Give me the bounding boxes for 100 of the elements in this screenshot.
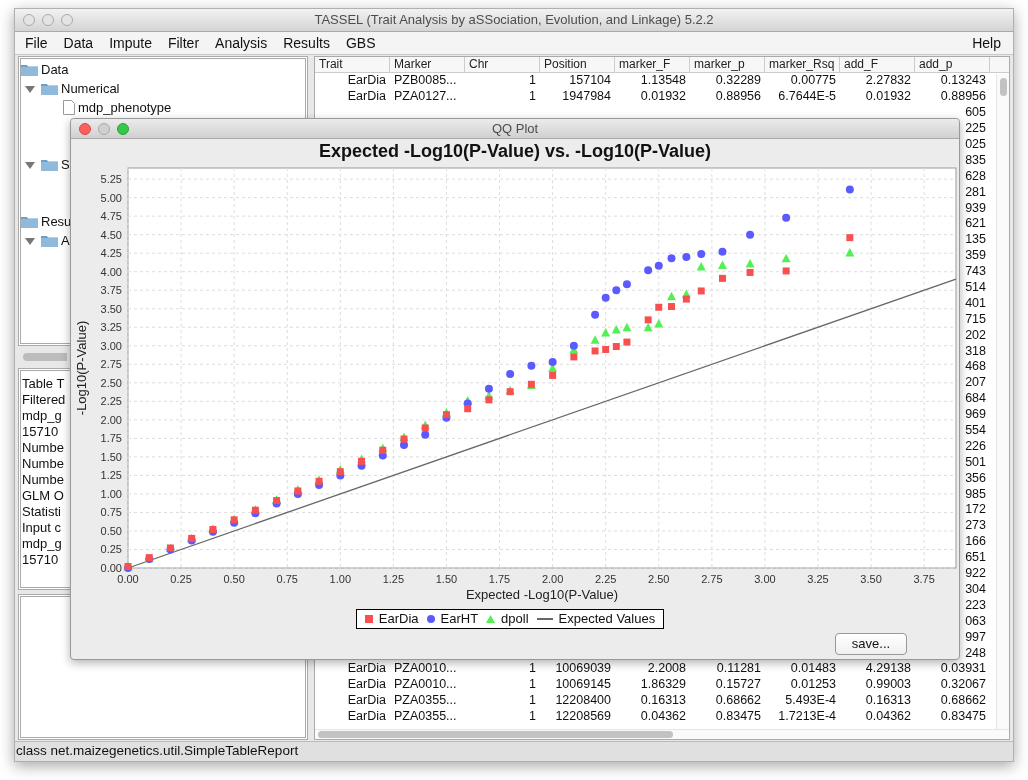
axis-title: -Log10(P-Value) bbox=[74, 320, 89, 416]
table-cell: 468 bbox=[965, 359, 986, 375]
table-cell-text: 12208569 bbox=[554, 709, 612, 725]
table-cell: 554 bbox=[965, 423, 986, 439]
tick-label: 2.50 bbox=[648, 573, 670, 585]
table-cell-text: 0.13243 bbox=[939, 73, 987, 89]
tick-label: 2.00 bbox=[541, 573, 564, 585]
table-cell-text: 0.03931 bbox=[939, 661, 987, 677]
table-cell-text: 0.01932 bbox=[864, 89, 912, 105]
table-cell: 501 bbox=[965, 454, 986, 470]
table-cell-text: 0.68662 bbox=[939, 693, 987, 709]
table-cell-text: 0.16313 bbox=[864, 693, 912, 709]
table-cell-text: 0.68662 bbox=[714, 693, 762, 709]
table-cell: 514 bbox=[965, 280, 986, 295]
table-cell-text: 0.01253 bbox=[789, 677, 837, 693]
table-cell: 939 bbox=[965, 200, 986, 216]
table-cell: 997 bbox=[965, 629, 986, 645]
table-cell: 743 bbox=[965, 264, 986, 280]
tick-label: 1.25 bbox=[100, 469, 122, 482]
table-cell-text: 0.01932 bbox=[639, 89, 687, 105]
table-cell: 225 bbox=[965, 121, 986, 137]
report-line: Numbe bbox=[22, 472, 64, 488]
table-cell-text: 1947984 bbox=[561, 89, 612, 105]
tick-label: 1.75 bbox=[488, 573, 511, 585]
tick-label: 0.50 bbox=[100, 524, 122, 537]
tick-label: 4.00 bbox=[100, 265, 122, 278]
tick-label: 5.25 bbox=[100, 173, 122, 186]
table-cell-text: 0.00775 bbox=[789, 73, 837, 89]
table-cell-text: 1 bbox=[528, 73, 537, 89]
table-cell-text: PZA0355... bbox=[393, 709, 458, 725]
tick-label: 4.50 bbox=[100, 228, 122, 241]
tick-label: 1.25 bbox=[382, 573, 405, 585]
table-cell-text: 1 bbox=[528, 709, 537, 725]
report-line: Numbe bbox=[22, 456, 64, 472]
tick-label: 3.50 bbox=[100, 302, 122, 315]
table-cell-text: 0.32067 bbox=[939, 677, 987, 693]
table-cell: 207 bbox=[965, 375, 986, 391]
table-cell: 318 bbox=[965, 343, 986, 359]
table-cell: 684 bbox=[965, 391, 986, 407]
table-cell: 401 bbox=[965, 295, 986, 311]
table-cell: 273 bbox=[965, 518, 986, 534]
table-cell: 135 bbox=[965, 232, 986, 248]
tick-label: 2.75 bbox=[701, 573, 723, 585]
table-cell-text: 0.32289 bbox=[714, 73, 762, 89]
table-cell-text: 0.83475 bbox=[714, 709, 762, 725]
table-cell-text: 0.88956 bbox=[939, 89, 987, 105]
table-cell-text: EarDia bbox=[346, 661, 387, 677]
table-cell-text: PZA0010... bbox=[393, 661, 458, 677]
tick-label: 3.00 bbox=[754, 573, 776, 585]
table-cell: 166 bbox=[965, 534, 986, 550]
tick-label: 1.50 bbox=[435, 573, 458, 585]
status-text: class net.maizegenetics.util.SimpleTableReport bbox=[15, 742, 299, 761]
report-line: GLM O bbox=[22, 488, 64, 504]
table-cell: 969 bbox=[965, 407, 986, 423]
table-cell-text: 1.13548 bbox=[639, 73, 687, 89]
table-cell: 281 bbox=[965, 184, 986, 200]
tick-label: 3.00 bbox=[100, 339, 122, 352]
tick-label: 1.00 bbox=[329, 573, 351, 585]
tick-label: 2.50 bbox=[100, 376, 122, 389]
tick-label: 0.50 bbox=[223, 573, 245, 585]
table-cell-text: 0.04362 bbox=[639, 709, 687, 725]
table-cell-text: EarDia bbox=[346, 693, 387, 709]
window-title: TASSEL (Trait Analysis by aSSociation, Evolution, and Linkage) 5.2.2 bbox=[313, 11, 715, 30]
table-cell-text: 0.16313 bbox=[639, 693, 687, 709]
table-cell: 172 bbox=[965, 502, 986, 518]
table-cell: 356 bbox=[965, 470, 986, 486]
tick-label: 3.25 bbox=[807, 573, 829, 585]
table-cell-text: 1 bbox=[528, 693, 537, 709]
table-cell: 621 bbox=[965, 216, 986, 232]
table-cell-text: EarDia bbox=[346, 89, 387, 105]
table-cell-text: 1 bbox=[528, 677, 537, 693]
table-cell-text: 6.7644E-5 bbox=[777, 89, 837, 105]
report-line: 15710 bbox=[22, 552, 59, 568]
tick-label: 2.25 bbox=[100, 395, 122, 408]
table-cell-text: EarDia bbox=[346, 709, 387, 725]
table-cell-text: 12208400 bbox=[554, 693, 612, 709]
table-cell-text: 4.29138 bbox=[864, 661, 912, 677]
table-cell-text: 0.99003 bbox=[864, 677, 912, 693]
tick-label: 2.75 bbox=[100, 358, 122, 371]
table-cell-text: 0.15727 bbox=[714, 677, 762, 693]
report-line: mdp_g bbox=[22, 536, 62, 552]
table-cell-text: 0.11281 bbox=[715, 661, 762, 677]
legend-label: Expected Values bbox=[558, 610, 656, 629]
tick-label: 0.25 bbox=[100, 543, 122, 556]
table-cell: 359 bbox=[965, 248, 986, 264]
report-line: Numbe bbox=[22, 440, 64, 456]
tick-label: 5.00 bbox=[100, 191, 122, 204]
table-cell: 922 bbox=[965, 566, 986, 582]
tick-label: 3.75 bbox=[100, 284, 122, 297]
chart-title: Expected -Log10(P-Value) vs. -Log10(P-Value) bbox=[318, 140, 712, 163]
tick-label: 0.00 bbox=[100, 562, 122, 574]
table-cell-text: EarDia bbox=[346, 73, 387, 89]
legend-label: EarHT bbox=[440, 610, 479, 629]
table-cell-text: 157104 bbox=[568, 73, 612, 89]
table-cell: 835 bbox=[965, 152, 986, 168]
report-line: Input c bbox=[22, 520, 62, 536]
tick-label: 1.00 bbox=[100, 487, 122, 500]
report-line: Filtered bbox=[22, 392, 66, 408]
table-cell-text: 2.2008 bbox=[646, 661, 687, 677]
table-cell-text: 0.83475 bbox=[939, 709, 987, 725]
